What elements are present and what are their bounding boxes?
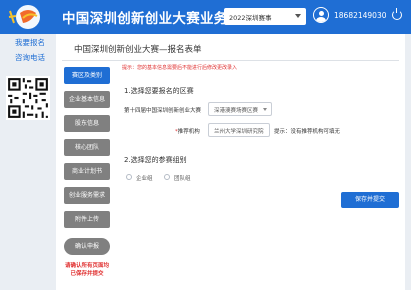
save-warning-line-1: 请确认所有页面均 — [64, 263, 109, 269]
division-field-label: 第十四届中国深圳创新创业大赛 — [124, 108, 202, 114]
user-avatar-icon[interactable] — [313, 7, 329, 23]
user-phone: 18682149030 — [334, 11, 387, 20]
step-core-team[interactable]: 核心团队 — [64, 139, 110, 156]
save-warning-line-2: 已保存并提交 — [70, 271, 104, 277]
season-select[interactable]: 2022深圳赛事 — [224, 8, 306, 25]
form-hint: 提示：您的基本信息需要后不能进行后修改更改录入 — [122, 65, 238, 71]
registration-form-panel: 中国深圳创新创业大赛—报名表单 赛区及类别 企业基本信息 股东信息 核心团队 商… — [56, 34, 405, 290]
season-select-value: 2022深圳赛事 — [229, 14, 272, 22]
logout-icon[interactable] — [392, 8, 402, 20]
step-service-needs[interactable]: 创业服务需求 — [64, 187, 110, 204]
recommender-field-label: *推荐机构 — [175, 129, 200, 135]
sidebar-link-hotline[interactable]: 咨询电话 — [0, 52, 60, 63]
page-title: 中国深圳创新创业大赛—报名表单 — [74, 45, 202, 55]
contest-logo-icon — [8, 5, 40, 29]
radio-team-label: 团队组 — [174, 176, 191, 182]
step-shareholder-info[interactable]: 股东信息 — [64, 115, 110, 132]
step-business-plan[interactable]: 商业计划书 — [64, 163, 110, 180]
section-select-group: 2.选择您的参赛组别 — [124, 156, 187, 164]
radio-enterprise-label: 企业组 — [136, 176, 153, 182]
chevron-down-icon — [263, 108, 267, 111]
sidebar-link-register[interactable]: 我要报名 — [0, 37, 60, 48]
division-select[interactable]: 深港澳赛场赛区赛 — [208, 102, 272, 116]
confirm-submit-button[interactable]: 确认申报 — [64, 238, 110, 255]
step-division-category[interactable]: 赛区及类别 — [64, 67, 110, 84]
site-title: 中国深圳创新创业大赛业务系 — [62, 11, 242, 27]
division-select-value: 深港澳赛场赛区赛 — [214, 108, 259, 114]
section-select-division: 1.选择您要报名的区赛 — [124, 87, 194, 95]
save-submit-button[interactable]: 保存并提交 — [341, 192, 399, 208]
qr-code-icon — [6, 76, 50, 120]
recommender-input-value: 兰州大学深圳研究院 — [214, 129, 264, 135]
title-divider — [62, 60, 399, 61]
step-company-info[interactable]: 企业基本信息 — [64, 91, 110, 108]
recommender-hint: 提示：没有推荐机构可填无 — [274, 129, 341, 135]
step-attachments[interactable]: 附件上传 — [64, 211, 110, 228]
radio-enterprise-group[interactable] — [126, 174, 132, 180]
chevron-down-icon — [295, 14, 301, 18]
recommender-input[interactable]: 兰州大学深圳研究院 — [208, 123, 270, 137]
radio-team-group[interactable] — [164, 174, 170, 180]
top-header-bar: 中国深圳创新创业大赛业务系 2022深圳赛事 18682149030 — [0, 0, 411, 34]
